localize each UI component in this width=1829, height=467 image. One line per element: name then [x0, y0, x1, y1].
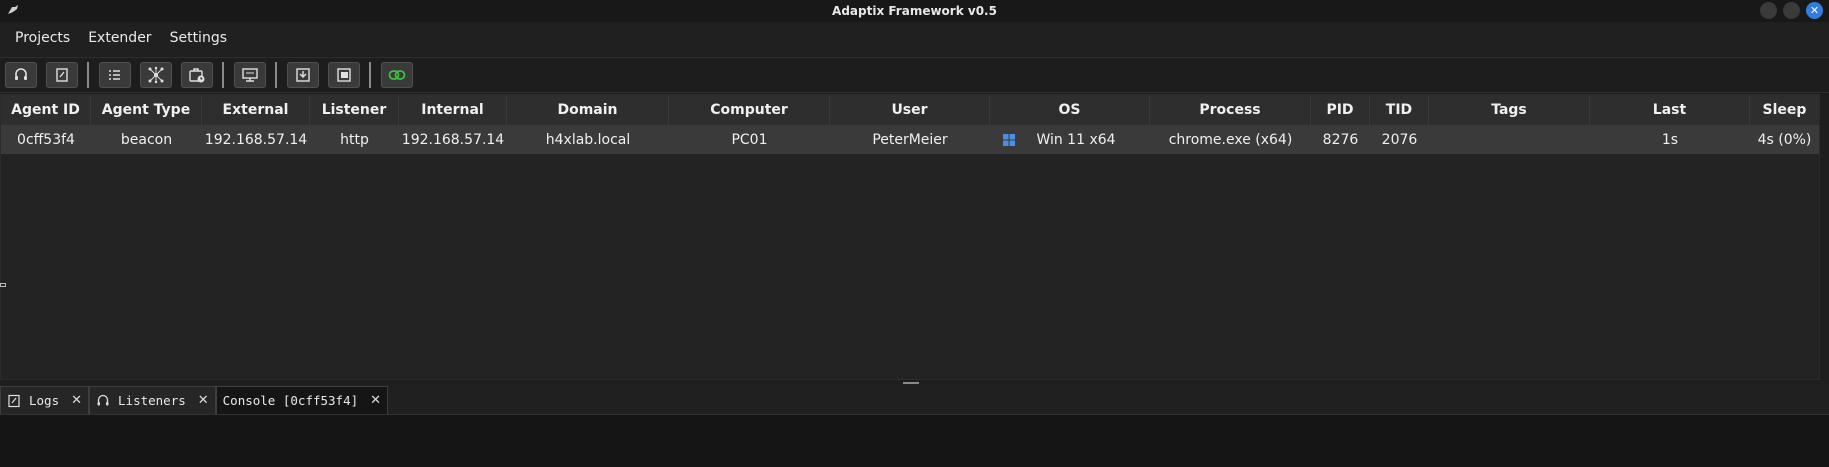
- link-icon: [388, 70, 406, 80]
- tab-listeners[interactable]: Listeners ✕: [89, 386, 216, 414]
- cell-user: PeterMeier: [872, 132, 948, 148]
- table-row[interactable]: 0cff53f4 beacon 192.168.57.14 http 192.1…: [1, 126, 1819, 154]
- toolbar-separator: [275, 62, 277, 88]
- sessions-graph-button[interactable]: [140, 62, 172, 88]
- window-controls: ✕: [1760, 2, 1823, 19]
- tab-label: Console [0cff53f4]: [222, 393, 359, 408]
- cell-process: chrome.exe (x64): [1168, 132, 1293, 148]
- cell-computer: PC01: [731, 132, 768, 148]
- tab-console[interactable]: Console [0cff53f4] ✕: [215, 386, 389, 414]
- cell-listener: http: [340, 132, 369, 148]
- column-header[interactable]: Sleep: [1750, 95, 1819, 125]
- tasks-button[interactable]: [181, 62, 213, 88]
- column-header[interactable]: PID: [1311, 95, 1370, 125]
- cell-sleep: 4s (0%): [1757, 132, 1812, 148]
- column-header[interactable]: Domain: [507, 95, 669, 125]
- title-bar: Adaptix Framework v0.5 ✕: [0, 0, 1829, 22]
- column-header[interactable]: Agent Type: [91, 95, 202, 125]
- app-icon: [8, 5, 18, 14]
- maximize-button[interactable]: [1783, 2, 1800, 19]
- toolbar: [0, 57, 1829, 93]
- cell-pid: 8276: [1322, 132, 1359, 148]
- cell-domain: h4xlab.local: [545, 132, 631, 148]
- sessions-table: Agent ID Agent Type External Listener In…: [0, 94, 1820, 380]
- toolbar-separator: [87, 62, 89, 88]
- headset-icon: [97, 394, 109, 405]
- column-header[interactable]: Computer: [669, 95, 830, 125]
- column-header[interactable]: Agent ID: [1, 95, 91, 125]
- targets-button[interactable]: [234, 62, 266, 88]
- console-panel[interactable]: [0, 415, 1829, 467]
- close-icon[interactable]: ✕: [71, 393, 82, 408]
- bottom-tab-bar: Logs ✕ Listeners ✕ Console [0cff53f4] ✕: [0, 385, 1829, 415]
- screenshot-icon: [337, 68, 351, 82]
- listeners-button[interactable]: [5, 62, 37, 88]
- toolbar-separator: [222, 62, 224, 88]
- window-title: Adaptix Framework v0.5: [832, 4, 997, 18]
- close-icon[interactable]: ✕: [198, 393, 209, 408]
- panel-splitter[interactable]: [903, 382, 919, 384]
- headset-icon: [15, 68, 27, 80]
- menu-bar: Projects Extender Settings: [0, 22, 1829, 55]
- notes-icon: [56, 68, 68, 82]
- column-header[interactable]: TID: [1370, 95, 1429, 125]
- column-header[interactable]: Internal: [399, 95, 507, 125]
- close-button[interactable]: ✕: [1806, 2, 1823, 19]
- table-header: Agent ID Agent Type External Listener In…: [1, 95, 1819, 126]
- os-label: Win 11 x64: [1036, 132, 1116, 148]
- downloads-button[interactable]: [287, 62, 319, 88]
- column-header[interactable]: Process: [1150, 95, 1311, 125]
- cell-os: Win 11 x64: [990, 126, 1150, 154]
- notes-icon: [8, 394, 20, 407]
- cell-tid: 2076: [1381, 132, 1418, 148]
- cell-agent-type: beacon: [120, 132, 173, 148]
- logs-button[interactable]: [46, 62, 78, 88]
- cell-external: 192.168.57.14: [204, 132, 308, 148]
- download-icon: [296, 68, 310, 82]
- monitor-icon: [242, 68, 258, 82]
- screenshots-button[interactable]: [328, 62, 360, 88]
- tasks-icon: [189, 68, 205, 83]
- tab-label: Logs: [29, 393, 60, 408]
- menu-settings[interactable]: Settings: [161, 22, 236, 55]
- minimize-button[interactable]: [1760, 2, 1777, 19]
- tab-label: Listeners: [118, 393, 186, 408]
- toolbar-separator: [369, 62, 371, 88]
- column-header[interactable]: Tags: [1429, 95, 1590, 125]
- column-header[interactable]: Listener: [310, 95, 399, 125]
- sessions-table-button[interactable]: [99, 62, 131, 88]
- close-icon[interactable]: ✕: [370, 393, 381, 408]
- column-header[interactable]: User: [830, 95, 990, 125]
- list-icon: [109, 70, 120, 80]
- column-header[interactable]: External: [202, 95, 310, 125]
- reconnect-button[interactable]: [381, 62, 413, 88]
- cell-internal: 192.168.57.14: [401, 132, 505, 148]
- graph-icon: [148, 66, 164, 84]
- column-header[interactable]: Last: [1590, 95, 1750, 125]
- cell-last: 1s: [1661, 132, 1679, 148]
- cell-tags: [1429, 126, 1590, 154]
- cell-agent-id: 0cff53f4: [17, 132, 75, 148]
- menu-extender[interactable]: Extender: [79, 22, 160, 55]
- windows-icon: [1003, 134, 1015, 146]
- resize-handle[interactable]: [0, 283, 6, 287]
- tab-logs[interactable]: Logs ✕: [0, 386, 90, 414]
- menu-projects[interactable]: Projects: [6, 22, 79, 55]
- column-header[interactable]: OS: [990, 95, 1150, 125]
